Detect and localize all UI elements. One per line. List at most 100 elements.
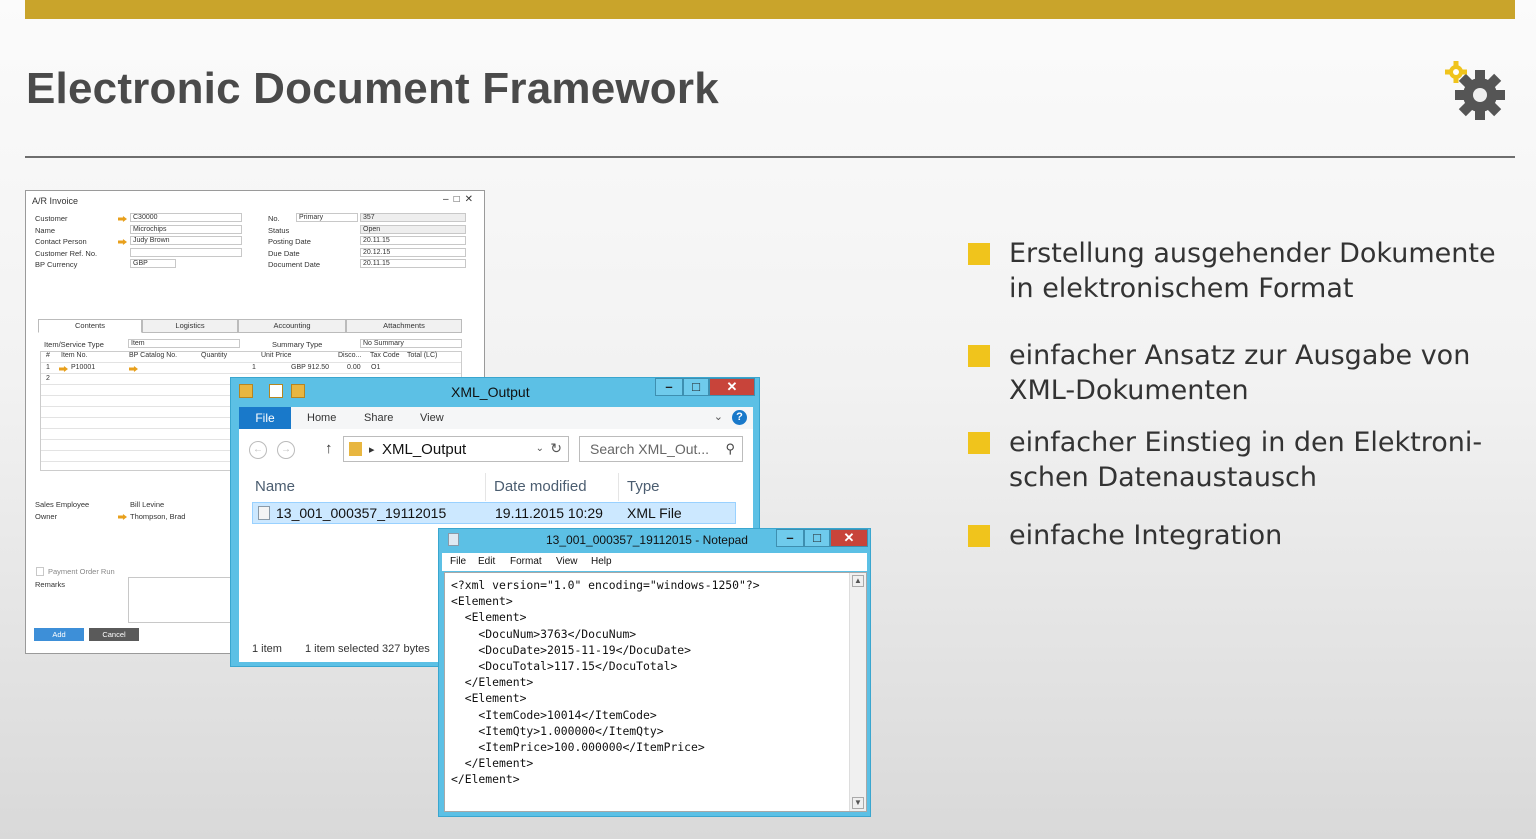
breadcrumb-separator-icon[interactable]: ▸ <box>369 443 375 456</box>
customer-ref-label: Customer Ref. No. <box>35 249 98 258</box>
status-item-count: 1 item <box>252 643 282 655</box>
refresh-icon[interactable]: ↻ <box>550 440 562 457</box>
gear-icon <box>1445 61 1505 120</box>
tab-share[interactable]: Share <box>364 412 393 424</box>
customer-label: Customer <box>35 214 68 223</box>
tab-attachments[interactable]: Attachments <box>346 319 462 333</box>
up-arrow-icon[interactable]: ↑ <box>325 440 333 457</box>
item-type-select[interactable]: Item <box>128 339 240 348</box>
link-arrow-icon[interactable] <box>129 366 138 372</box>
help-icon[interactable]: ? <box>732 410 747 425</box>
new-folder-icon[interactable] <box>291 384 305 398</box>
menu-format[interactable]: Format <box>510 556 542 567</box>
cancel-button[interactable]: Cancel <box>89 628 139 641</box>
minimize-button[interactable]: – <box>655 378 683 396</box>
add-button[interactable]: Add <box>34 628 84 641</box>
breadcrumb[interactable]: XML_Output <box>382 441 466 458</box>
status-selection: 1 item selected 327 bytes <box>305 643 430 655</box>
file-date: 19.11.2015 10:29 <box>495 505 603 521</box>
address-bar[interactable]: ▸ XML_Output ⌄ ↻ <box>343 436 569 462</box>
column-header-name[interactable]: Name <box>255 473 295 501</box>
document-date-field[interactable]: 20.11.15 <box>360 259 466 268</box>
link-arrow-icon[interactable] <box>118 216 127 222</box>
tax-code-cell[interactable]: O1 <box>371 364 380 371</box>
chevron-down-icon[interactable]: ⌄ <box>714 410 723 423</box>
grid-header: BP Catalog No. <box>129 352 178 359</box>
grid-header: Total (LC) <box>407 352 438 359</box>
payment-order-checkbox[interactable] <box>36 567 44 576</box>
bullet-text: einfache Integration <box>1009 520 1283 551</box>
notepad-title: 13_001_000357_19112015 - Notepad <box>546 533 748 547</box>
summary-type-label: Summary Type <box>272 340 323 349</box>
invoice-window-title: A/R Invoice <box>32 196 79 206</box>
tab-file[interactable]: File <box>239 407 291 429</box>
notepad-text-area[interactable]: <?xml version="1.0" encoding="windows-12… <box>444 572 867 812</box>
grid-header: Item No. <box>61 352 88 359</box>
grid-header: Disco... <box>338 352 362 359</box>
minimize-button[interactable]: – <box>776 529 804 547</box>
slide-title: Electronic Document Framework <box>26 64 719 113</box>
close-button[interactable]: ✕ <box>709 378 755 396</box>
link-arrow-icon[interactable] <box>118 239 127 245</box>
forward-icon[interactable]: → <box>277 441 295 459</box>
name-field[interactable]: Microchips <box>130 225 242 234</box>
posting-date-field[interactable]: 20.11.15 <box>360 236 466 245</box>
owner-value[interactable]: Thompson, Brad <box>130 512 185 521</box>
tab-accounting[interactable]: Accounting <box>238 319 346 333</box>
remarks-field[interactable] <box>128 577 238 623</box>
tab-logistics[interactable]: Logistics <box>142 319 238 333</box>
menu-edit[interactable]: Edit <box>478 556 495 567</box>
item-type-label: Item/Service Type <box>44 340 104 349</box>
menu-help[interactable]: Help <box>591 556 612 567</box>
quantity-cell[interactable]: 1 <box>252 364 256 371</box>
close-button[interactable]: ✕ <box>830 529 868 547</box>
back-icon[interactable]: ← <box>249 441 267 459</box>
bullet-text: einfacher Ansatz zur Ausgabe von XML-Doku… <box>1009 340 1471 406</box>
column-header-date[interactable]: Date modified <box>494 473 587 501</box>
maximize-button[interactable]: □ <box>683 378 709 396</box>
column-divider[interactable] <box>618 473 619 501</box>
tab-view[interactable]: View <box>420 412 444 424</box>
vertical-scrollbar[interactable]: ▲ ▼ <box>849 573 866 811</box>
link-arrow-icon[interactable] <box>118 514 127 520</box>
file-type: XML File <box>627 505 682 521</box>
unit-price-cell[interactable]: GBP 912.50 <box>291 364 329 371</box>
customer-field[interactable]: C30000 <box>130 213 242 222</box>
grid-header: Quantity <box>201 352 228 359</box>
scroll-up-icon[interactable]: ▲ <box>852 575 864 587</box>
title-divider <box>25 156 1515 158</box>
scroll-down-icon[interactable]: ▼ <box>852 797 864 809</box>
properties-icon[interactable] <box>269 384 283 398</box>
maximize-button[interactable]: □ <box>804 529 830 547</box>
grid-header: # <box>46 352 50 359</box>
item-number-cell[interactable]: P10001 <box>71 364 95 371</box>
column-divider[interactable] <box>485 473 486 501</box>
bullet-marker <box>968 345 990 367</box>
grid-header: Unit Price <box>261 352 292 359</box>
summary-type-select[interactable]: No Summary <box>360 339 462 348</box>
tab-contents[interactable]: Contents <box>38 319 142 333</box>
customer-ref-field[interactable] <box>130 248 242 257</box>
column-header-type[interactable]: Type <box>627 473 660 501</box>
sales-employee-value[interactable]: Bill Levine <box>130 500 164 509</box>
payment-order-label: Payment Order Run <box>48 567 115 576</box>
currency-select[interactable]: GBP <box>130 259 176 268</box>
contact-field[interactable]: Judy Brown <box>130 236 242 245</box>
number-series-select[interactable]: Primary <box>296 213 358 222</box>
notepad-menu: File Edit Format View Help <box>442 553 867 571</box>
bullet-marker <box>968 525 990 547</box>
link-arrow-icon[interactable] <box>59 366 68 372</box>
tab-home[interactable]: Home <box>307 412 336 424</box>
discount-cell[interactable]: 0.00 <box>347 364 361 371</box>
file-row[interactable]: 13_001_000357_19112015 19.11.2015 10:29 … <box>252 502 736 524</box>
due-date-field[interactable]: 20.12.15 <box>360 248 466 257</box>
window-controls[interactable]: –□✕ <box>443 194 478 205</box>
menu-view[interactable]: View <box>556 556 578 567</box>
chevron-down-icon[interactable]: ⌄ <box>536 443 544 454</box>
no-label: No. <box>268 214 280 223</box>
bullet-text: Erstellung ausgehender Dokumente in elekt… <box>1009 238 1496 304</box>
doc-number-field[interactable]: 357 <box>360 213 466 222</box>
menu-file[interactable]: File <box>450 556 466 567</box>
contact-label: Contact Person <box>35 237 87 246</box>
search-input[interactable]: Search XML_Out... ⚲ <box>579 436 743 462</box>
